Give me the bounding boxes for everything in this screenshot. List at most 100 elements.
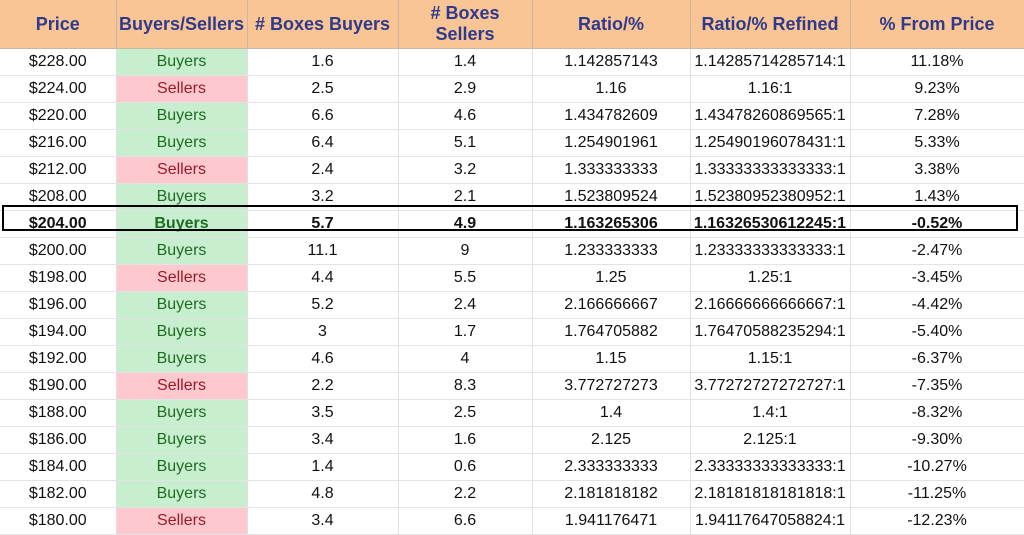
cell-ratio-refined[interactable]: 2.33333333333333:1 xyxy=(690,453,851,481)
cell-side[interactable]: Buyers xyxy=(116,102,248,130)
cell-ratio[interactable]: 3.772727273 xyxy=(532,372,691,400)
cell-boxes-buyers[interactable]: 2.4 xyxy=(247,156,399,184)
cell-ratio[interactable]: 1.4 xyxy=(532,399,691,427)
cell-ratio-refined[interactable]: 1.43478260869565:1 xyxy=(690,102,851,130)
cell-boxes-buyers[interactable]: 6.6 xyxy=(247,102,399,130)
cell-price[interactable]: $220.00 xyxy=(0,102,117,130)
cell-ratio[interactable]: 1.15 xyxy=(532,345,691,373)
cell-boxes-sellers[interactable]: 4 xyxy=(398,345,533,373)
cell-boxes-buyers[interactable]: 5.2 xyxy=(247,291,399,319)
cell-side[interactable]: Buyers xyxy=(116,426,248,454)
cell-price[interactable]: $212.00 xyxy=(0,156,117,184)
cell-boxes-buyers[interactable]: 2.5 xyxy=(247,75,399,103)
cell-boxes-buyers[interactable]: 3 xyxy=(247,318,399,346)
cell-ratio[interactable]: 1.25 xyxy=(532,264,691,292)
cell-ratio[interactable]: 2.166666667 xyxy=(532,291,691,319)
cell-boxes-sellers[interactable]: 1.7 xyxy=(398,318,533,346)
cell-price[interactable]: $188.00 xyxy=(0,399,117,427)
cell-pct-from-price[interactable]: -4.42% xyxy=(850,291,1024,319)
cell-boxes-sellers[interactable]: 4.6 xyxy=(398,102,533,130)
cell-boxes-sellers[interactable]: 2.5 xyxy=(398,399,533,427)
cell-boxes-sellers[interactable]: 4.9 xyxy=(398,210,533,238)
cell-side[interactable]: Buyers xyxy=(116,48,248,76)
cell-ratio[interactable]: 1.434782609 xyxy=(532,102,691,130)
header-price[interactable]: Price xyxy=(0,0,117,49)
cell-boxes-sellers[interactable]: 1.6 xyxy=(398,426,533,454)
cell-ratio-refined[interactable]: 2.125:1 xyxy=(690,426,851,454)
cell-side[interactable]: Sellers xyxy=(116,372,248,400)
cell-price[interactable]: $190.00 xyxy=(0,372,117,400)
cell-boxes-buyers[interactable]: 11.1 xyxy=(247,237,399,265)
cell-ratio-refined[interactable]: 1.25:1 xyxy=(690,264,851,292)
cell-ratio[interactable]: 1.523809524 xyxy=(532,183,691,211)
cell-boxes-sellers[interactable]: 2.2 xyxy=(398,480,533,508)
cell-pct-from-price[interactable]: 7.28% xyxy=(850,102,1024,130)
cell-side[interactable]: Buyers xyxy=(116,318,248,346)
cell-boxes-sellers[interactable]: 5.5 xyxy=(398,264,533,292)
header-ratio[interactable]: Ratio/% xyxy=(532,0,691,49)
header-boxes-sellers[interactable]: # Boxes Sellers xyxy=(398,0,533,49)
cell-boxes-sellers[interactable]: 6.6 xyxy=(398,507,533,535)
cell-price[interactable]: $192.00 xyxy=(0,345,117,373)
cell-price[interactable]: $208.00 xyxy=(0,183,117,211)
cell-pct-from-price[interactable]: -8.32% xyxy=(850,399,1024,427)
cell-side[interactable]: Buyers xyxy=(116,345,248,373)
cell-pct-from-price[interactable]: 5.33% xyxy=(850,129,1024,157)
cell-ratio[interactable]: 1.233333333 xyxy=(532,237,691,265)
cell-pct-from-price[interactable]: 1.43% xyxy=(850,183,1024,211)
cell-price[interactable]: $204.00 xyxy=(0,210,117,238)
cell-ratio[interactable]: 1.764705882 xyxy=(532,318,691,346)
cell-ratio[interactable]: 2.333333333 xyxy=(532,453,691,481)
cell-price[interactable]: $228.00 xyxy=(0,48,117,76)
cell-price[interactable]: $216.00 xyxy=(0,129,117,157)
cell-boxes-buyers[interactable]: 4.8 xyxy=(247,480,399,508)
header-ratio-refined[interactable]: Ratio/% Refined xyxy=(690,0,851,49)
cell-side[interactable]: Sellers xyxy=(116,75,248,103)
cell-ratio[interactable]: 1.254901961 xyxy=(532,129,691,157)
cell-ratio-refined[interactable]: 1.33333333333333:1 xyxy=(690,156,851,184)
cell-boxes-sellers[interactable]: 8.3 xyxy=(398,372,533,400)
cell-pct-from-price[interactable]: -7.35% xyxy=(850,372,1024,400)
cell-ratio-refined[interactable]: 1.16326530612245:1 xyxy=(690,210,851,238)
cell-pct-from-price[interactable]: -3.45% xyxy=(850,264,1024,292)
cell-boxes-buyers[interactable]: 3.2 xyxy=(247,183,399,211)
cell-pct-from-price[interactable]: -0.52% xyxy=(850,210,1024,238)
cell-price[interactable]: $194.00 xyxy=(0,318,117,346)
cell-boxes-buyers[interactable]: 6.4 xyxy=(247,129,399,157)
cell-boxes-buyers[interactable]: 3.4 xyxy=(247,426,399,454)
cell-ratio-refined[interactable]: 1.14285714285714:1 xyxy=(690,48,851,76)
cell-side[interactable]: Buyers xyxy=(116,453,248,481)
cell-boxes-buyers[interactable]: 5.7 xyxy=(247,210,399,238)
cell-pct-from-price[interactable]: 3.38% xyxy=(850,156,1024,184)
cell-pct-from-price[interactable]: -9.30% xyxy=(850,426,1024,454)
cell-ratio-refined[interactable]: 2.16666666666667:1 xyxy=(690,291,851,319)
cell-price[interactable]: $182.00 xyxy=(0,480,117,508)
cell-ratio-refined[interactable]: 1.23333333333333:1 xyxy=(690,237,851,265)
cell-side[interactable]: Sellers xyxy=(116,156,248,184)
cell-pct-from-price[interactable]: -11.25% xyxy=(850,480,1024,508)
cell-boxes-sellers[interactable]: 0.6 xyxy=(398,453,533,481)
cell-side[interactable]: Buyers xyxy=(116,480,248,508)
cell-side[interactable]: Buyers xyxy=(116,291,248,319)
cell-pct-from-price[interactable]: 11.18% xyxy=(850,48,1024,76)
cell-ratio[interactable]: 2.125 xyxy=(532,426,691,454)
cell-pct-from-price[interactable]: -5.40% xyxy=(850,318,1024,346)
cell-ratio-refined[interactable]: 2.18181818181818:1 xyxy=(690,480,851,508)
cell-pct-from-price[interactable]: 9.23% xyxy=(850,75,1024,103)
cell-ratio-refined[interactable]: 1.76470588235294:1 xyxy=(690,318,851,346)
cell-boxes-buyers[interactable]: 3.4 xyxy=(247,507,399,535)
cell-pct-from-price[interactable]: -6.37% xyxy=(850,345,1024,373)
cell-boxes-sellers[interactable]: 9 xyxy=(398,237,533,265)
cell-ratio[interactable]: 1.163265306 xyxy=(532,210,691,238)
cell-side[interactable]: Buyers xyxy=(116,399,248,427)
cell-boxes-sellers[interactable]: 1.4 xyxy=(398,48,533,76)
cell-side[interactable]: Buyers xyxy=(116,210,248,238)
cell-price[interactable]: $184.00 xyxy=(0,453,117,481)
cell-boxes-sellers[interactable]: 3.2 xyxy=(398,156,533,184)
cell-pct-from-price[interactable]: -12.23% xyxy=(850,507,1024,535)
cell-boxes-buyers[interactable]: 3.5 xyxy=(247,399,399,427)
cell-side[interactable]: Buyers xyxy=(116,237,248,265)
cell-side[interactable]: Buyers xyxy=(116,129,248,157)
cell-ratio[interactable]: 1.941176471 xyxy=(532,507,691,535)
cell-ratio[interactable]: 2.181818182 xyxy=(532,480,691,508)
